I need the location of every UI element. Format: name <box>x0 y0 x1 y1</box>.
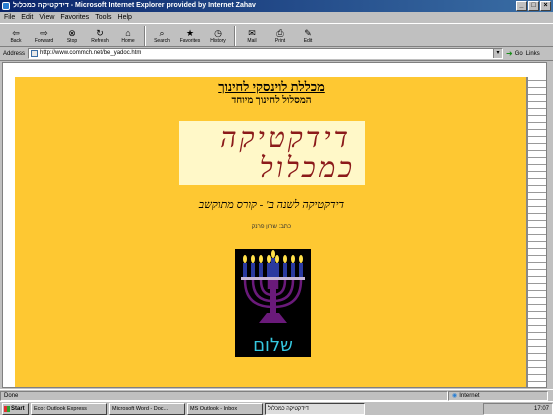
spiral-binding <box>526 77 546 387</box>
refresh-button[interactable]: ↻ Refresh <box>86 24 114 47</box>
menorah-image: שלום <box>235 249 311 357</box>
search-button[interactable]: ⌕ Search <box>148 24 176 47</box>
forward-arrow-icon: ⇨ <box>40 27 48 38</box>
back-button[interactable]: ⇦ Back <box>2 24 30 47</box>
menu-favorites[interactable]: Favorites <box>60 12 89 23</box>
taskbar-item[interactable]: Eco: Outlook Express <box>31 402 107 415</box>
menu-bar: File Edit View Favorites Tools Help <box>0 12 553 23</box>
favorites-button[interactable]: ★ Favorites <box>176 24 204 47</box>
taskbar-item-active[interactable]: דידקטיקה כמכלול <box>265 402 365 415</box>
taskbar-item[interactable]: Microsoft Word - Doc... <box>109 402 185 415</box>
go-arrow-icon: ➜ <box>506 49 513 58</box>
author-line: כתב: שרון פרנק <box>251 224 292 230</box>
menorah-icon: שלום <box>241 250 305 356</box>
maximize-button[interactable]: □ <box>528 1 539 11</box>
windows-logo-icon <box>4 405 10 412</box>
back-arrow-icon: ⇦ <box>12 27 20 38</box>
home-icon: ⌂ <box>125 27 131 38</box>
edit-icon: ✎ <box>304 27 312 38</box>
globe-icon: ◉ <box>452 392 458 399</box>
ie-icon <box>2 2 10 10</box>
chevron-down-icon[interactable]: ▾ <box>493 49 503 58</box>
address-bar: Address http://www.commch.net/be_yadoc.h… <box>0 47 553 61</box>
menu-tools[interactable]: Tools <box>95 12 111 23</box>
page-icon <box>31 50 39 57</box>
links-button[interactable]: Links <box>526 51 540 57</box>
stop-button[interactable]: ⊗ Stop <box>58 24 86 47</box>
window-titlebar: דידקטיקה כמכלול - Microsoft Internet Exp… <box>0 0 553 12</box>
minimize-button[interactable]: _ <box>516 1 527 11</box>
history-button[interactable]: ◷ History <box>204 24 232 47</box>
refresh-icon: ↻ <box>96 27 104 38</box>
status-bar: Done ◉ Internet <box>0 389 553 401</box>
taskbar-item[interactable]: MS Outlook - Inbox <box>187 402 263 415</box>
print-button[interactable]: ⎙ Print <box>266 24 294 47</box>
clock: 17:07 <box>533 405 549 412</box>
close-button[interactable]: × <box>540 1 551 11</box>
forward-button[interactable]: ⇨ Forward <box>30 24 58 47</box>
taskbar: Start Eco: Outlook Express Microsoft Wor… <box>0 401 553 415</box>
page-subheading: המסלול לחינוך מיוחד <box>231 95 312 106</box>
logo-line-2: כמכלול <box>259 153 355 184</box>
mail-button[interactable]: ✉ Mail <box>238 24 266 47</box>
menu-file[interactable]: File <box>4 12 15 23</box>
toolbar: ⇦ Back ⇨ Forward ⊗ Stop ↻ Refresh ⌂ Home ⌕ Sea… <box>0 23 553 47</box>
start-button[interactable]: Start <box>2 402 29 415</box>
address-label: Address <box>3 50 26 57</box>
mail-icon: ✉ <box>248 27 256 38</box>
course-subtitle: דידקטיקה לשנה ב' - קורס מתוקשב <box>198 199 345 211</box>
edit-button[interactable]: ✎ Edit <box>294 24 322 47</box>
search-icon: ⌕ <box>159 27 165 38</box>
toolbar-separator <box>234 26 236 46</box>
logo-line-1: דידקטיקה <box>220 123 351 154</box>
address-input[interactable]: http://www.commch.net/be_yadoc.htm ▾ <box>28 48 504 59</box>
window-title: דידקטיקה כמכלול - Microsoft Internet Exp… <box>13 2 256 9</box>
menu-edit[interactable]: Edit <box>21 12 33 23</box>
menu-view[interactable]: View <box>39 12 54 23</box>
address-url: http://www.commch.net/be_yadoc.htm <box>40 50 142 56</box>
window-controls: _ □ × <box>516 1 551 11</box>
home-button[interactable]: ⌂ Home <box>114 24 142 47</box>
toolbar-separator <box>144 26 146 46</box>
status-text: Done <box>0 390 448 401</box>
browser-viewport[interactable]: מכללת לוינסקי לחינוך המסלול לחינוך מיוחד… <box>2 62 547 388</box>
menorah-caption: שלום <box>253 335 293 356</box>
system-tray: 17:07 <box>483 402 553 415</box>
favorites-icon: ★ <box>185 27 195 38</box>
title-logo: דידקטיקה כמכלול <box>179 121 365 185</box>
menu-help[interactable]: Help <box>118 12 132 23</box>
page-content: מכללת לוינסקי לחינוך המסלול לחינוך מיוחד… <box>15 77 528 387</box>
go-button[interactable]: ➜ Go <box>506 49 523 58</box>
history-icon: ◷ <box>214 27 222 38</box>
print-icon: ⎙ <box>276 27 284 38</box>
stop-icon: ⊗ <box>68 27 76 38</box>
page-heading: מכללת לוינסקי לחינוך <box>218 79 325 94</box>
zone-indicator: ◉ Internet <box>448 390 548 401</box>
